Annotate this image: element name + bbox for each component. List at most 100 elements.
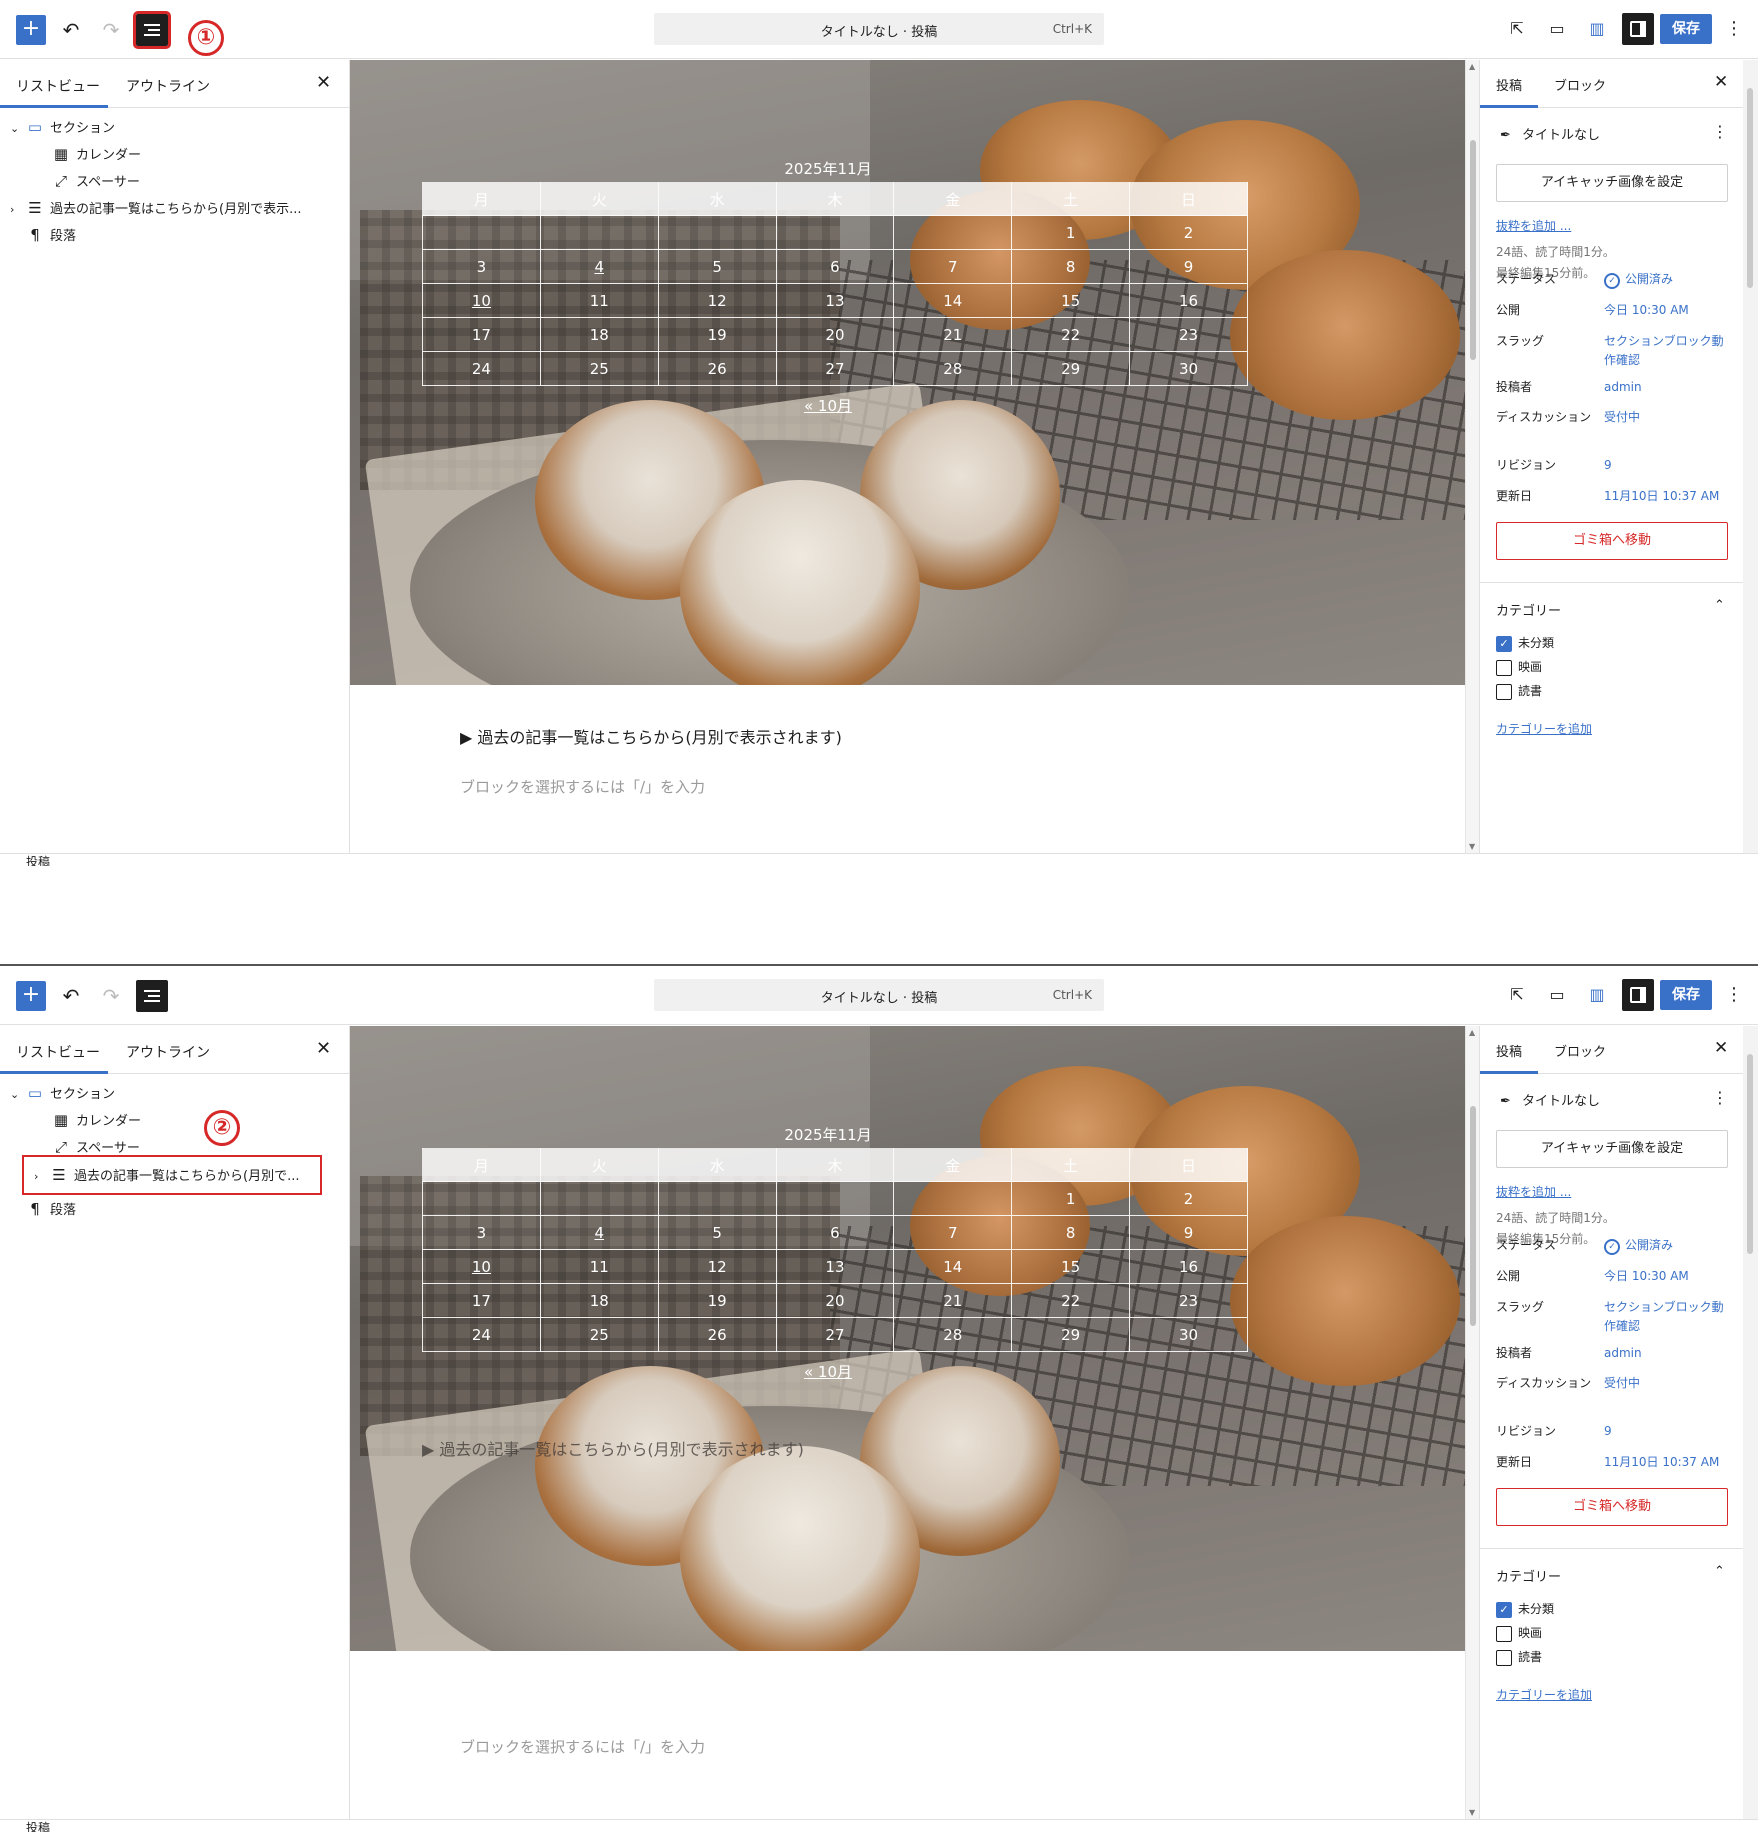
cover-block[interactable]: 2025年11月 月火水木金土日 1 2 3 4 5 6 7 8 9 10 11 12 13 14 15 16… [350,60,1465,685]
meta-value-button[interactable]: admin [1604,1344,1734,1363]
sidebar-toggle-icon[interactable] [1622,979,1654,1011]
close-icon[interactable]: ✕ [1714,1038,1728,1058]
breadcrumb-item[interactable]: 投稿 [26,853,50,866]
canvas-scrollbar[interactable]: ▲ ▼ [1465,1026,1479,1819]
meta-value-button[interactable]: ✓ 公開済み [1604,270,1734,289]
sidebar-scrollbar[interactable] [1743,60,1758,853]
breadcrumb-item[interactable]: 投稿 [26,1819,50,1832]
details-block-summary[interactable]: ▶ 過去の記事一覧はこちらから(月別で表示されます) [422,1436,804,1460]
more-vertical-icon[interactable]: ⋮ [1724,982,1744,1008]
paragraph-placeholder[interactable]: ブロックを選択するには「/」を入力 [460,776,705,797]
checkbox-icon[interactable] [1496,683,1512,700]
checkbox-icon[interactable] [1496,1625,1512,1642]
category-checkbox[interactable]: ✓ 未分類 [1496,635,1554,653]
calendar-prev-month-link[interactable]: « 10月 [415,395,1241,416]
plus-icon[interactable]: + [16,981,46,1011]
sidebar-scrollbar[interactable] [1743,1026,1758,1819]
tab-list-view[interactable]: リストビュー [16,76,100,96]
category-checkbox[interactable]: 映画 [1496,1625,1542,1643]
set-featured-image-button[interactable]: アイキャッチ画像を設定 [1496,1130,1728,1168]
list-view-icon[interactable] [133,11,171,49]
list-item-calendar[interactable]: ▦ カレンダー [36,1107,141,1133]
command-palette-button[interactable]: タイトルなし · 投稿 Ctrl+K [654,13,1104,45]
external-link-icon[interactable]: ⇱ [1504,16,1530,42]
calendar-day-link[interactable]: 10 [422,283,541,318]
checkbox-checked-icon[interactable]: ✓ [1496,635,1512,652]
meta-value-button[interactable]: 今日 10:30 AM [1604,301,1734,320]
list-item-paragraph[interactable]: ¶ 段落 [10,1196,76,1222]
tab-outline[interactable]: アウトライン [126,76,210,96]
plus-icon[interactable]: + [16,15,46,45]
chevron-down-icon[interactable]: ⌄ [10,116,24,142]
move-to-trash-button[interactable]: ゴミ箱へ移動 [1496,1488,1728,1526]
meta-value-button[interactable]: admin [1604,378,1734,397]
close-icon[interactable]: ✕ [316,1038,331,1059]
tab-block[interactable]: ブロック [1554,1041,1606,1060]
desktop-icon[interactable]: ▭ [1544,982,1570,1008]
undo-icon[interactable]: ↶ [58,983,84,1009]
close-icon[interactable]: ✕ [1714,72,1728,92]
chevron-right-icon[interactable]: › [34,1159,48,1195]
meta-value-button[interactable]: 受付中 [1604,1374,1734,1393]
tab-list-view[interactable]: リストビュー [16,1042,100,1062]
list-item-section[interactable]: ⌄ ▭ セクション [10,1080,115,1106]
calendar-day-link[interactable]: 4 [539,1215,659,1250]
chevron-right-icon[interactable]: › [10,197,24,223]
meta-value-button[interactable]: セクションブロック動作確認 [1604,1298,1734,1336]
save-button[interactable]: 保存 [1660,14,1712,44]
calendar-day-link[interactable]: 10 [422,1249,541,1284]
list-item-details[interactable]: › ☰ 過去の記事一覧はこちらから(月別で表示... [10,195,301,221]
paragraph-placeholder[interactable]: ブロックを選択するには「/」を入力 [460,1736,705,1757]
book-icon[interactable]: ▥ [1584,982,1610,1008]
sidebar-toggle-icon[interactable] [1622,13,1654,45]
category-checkbox[interactable]: 読書 [1496,1649,1542,1667]
tab-outline[interactable]: アウトライン [126,1042,210,1062]
list-view-icon[interactable] [136,980,168,1012]
more-vertical-icon[interactable]: ⋮ [1724,16,1744,42]
add-excerpt-link[interactable]: 抜粋を追加 ... [1496,217,1571,234]
meta-value-button[interactable]: 今日 10:30 AM [1604,1267,1734,1286]
meta-value-button[interactable]: ✓ 公開済み [1604,1236,1734,1255]
category-checkbox[interactable]: 映画 [1496,659,1542,677]
set-featured-image-button[interactable]: アイキャッチ画像を設定 [1496,164,1728,202]
checkbox-icon[interactable] [1496,659,1512,676]
list-item-spacer[interactable]: ⤢ スペーサー [36,168,140,194]
external-link-icon[interactable]: ⇱ [1504,982,1530,1008]
chevron-down-icon[interactable]: ⌄ [10,1082,24,1108]
tab-block[interactable]: ブロック [1554,75,1606,94]
add-category-link[interactable]: カテゴリーを追加 [1496,720,1592,737]
chevron-up-icon[interactable]: ⌃ [1714,598,1725,613]
meta-value-button[interactable]: セクションブロック動作確認 [1604,332,1734,370]
tab-post[interactable]: 投稿 [1496,75,1522,94]
calendar-prev-month-link[interactable]: « 10月 [415,1361,1241,1382]
list-item-calendar[interactable]: ▦ カレンダー [36,141,141,167]
calendar-day-link[interactable]: 4 [539,249,659,284]
redo-icon[interactable]: ↷ [98,983,124,1009]
list-item-details[interactable]: › ☰ 過去の記事一覧はこちらから(月別で... [22,1155,322,1195]
checkbox-icon[interactable] [1496,1649,1512,1666]
meta-value-button[interactable]: 9 [1604,1422,1734,1441]
list-item-paragraph[interactable]: ¶ 段落 [10,222,76,248]
meta-value-button[interactable]: 11月10日 10:37 AM [1604,487,1734,506]
list-item-section[interactable]: ⌄ ▭ セクション [10,114,115,140]
close-icon[interactable]: ✕ [316,72,331,93]
undo-icon[interactable]: ↶ [58,17,84,43]
editor-canvas[interactable]: 2025年11月 月火水木金土日 1 2 3 4 5 6 7 8 9 10 11 12 13 14 15 16… [350,60,1465,853]
category-checkbox[interactable]: ✓ 未分類 [1496,1601,1554,1619]
book-icon[interactable]: ▥ [1584,16,1610,42]
editor-canvas[interactable]: 2025年11月 月火水木金土日 1 2 3 4 5 6 7 8 9 10 11 12 13 14 15 16… [350,1026,1465,1819]
tab-post[interactable]: 投稿 [1496,1041,1522,1060]
redo-icon[interactable]: ↷ [98,17,124,43]
save-button[interactable]: 保存 [1660,980,1712,1010]
meta-value-button[interactable]: 受付中 [1604,408,1734,427]
checkbox-checked-icon[interactable]: ✓ [1496,1601,1512,1618]
meta-value-button[interactable]: 9 [1604,456,1734,475]
more-vertical-icon[interactable]: ⋮ [1712,122,1728,141]
move-to-trash-button[interactable]: ゴミ箱へ移動 [1496,522,1728,560]
chevron-up-icon[interactable]: ⌃ [1714,1564,1725,1579]
more-vertical-icon[interactable]: ⋮ [1712,1088,1728,1107]
categories-heading[interactable]: カテゴリー [1496,600,1561,619]
category-checkbox[interactable]: 読書 [1496,683,1542,701]
details-block-summary[interactable]: ▶ 過去の記事一覧はこちらから(月別で表示されます) [460,724,842,748]
desktop-icon[interactable]: ▭ [1544,16,1570,42]
